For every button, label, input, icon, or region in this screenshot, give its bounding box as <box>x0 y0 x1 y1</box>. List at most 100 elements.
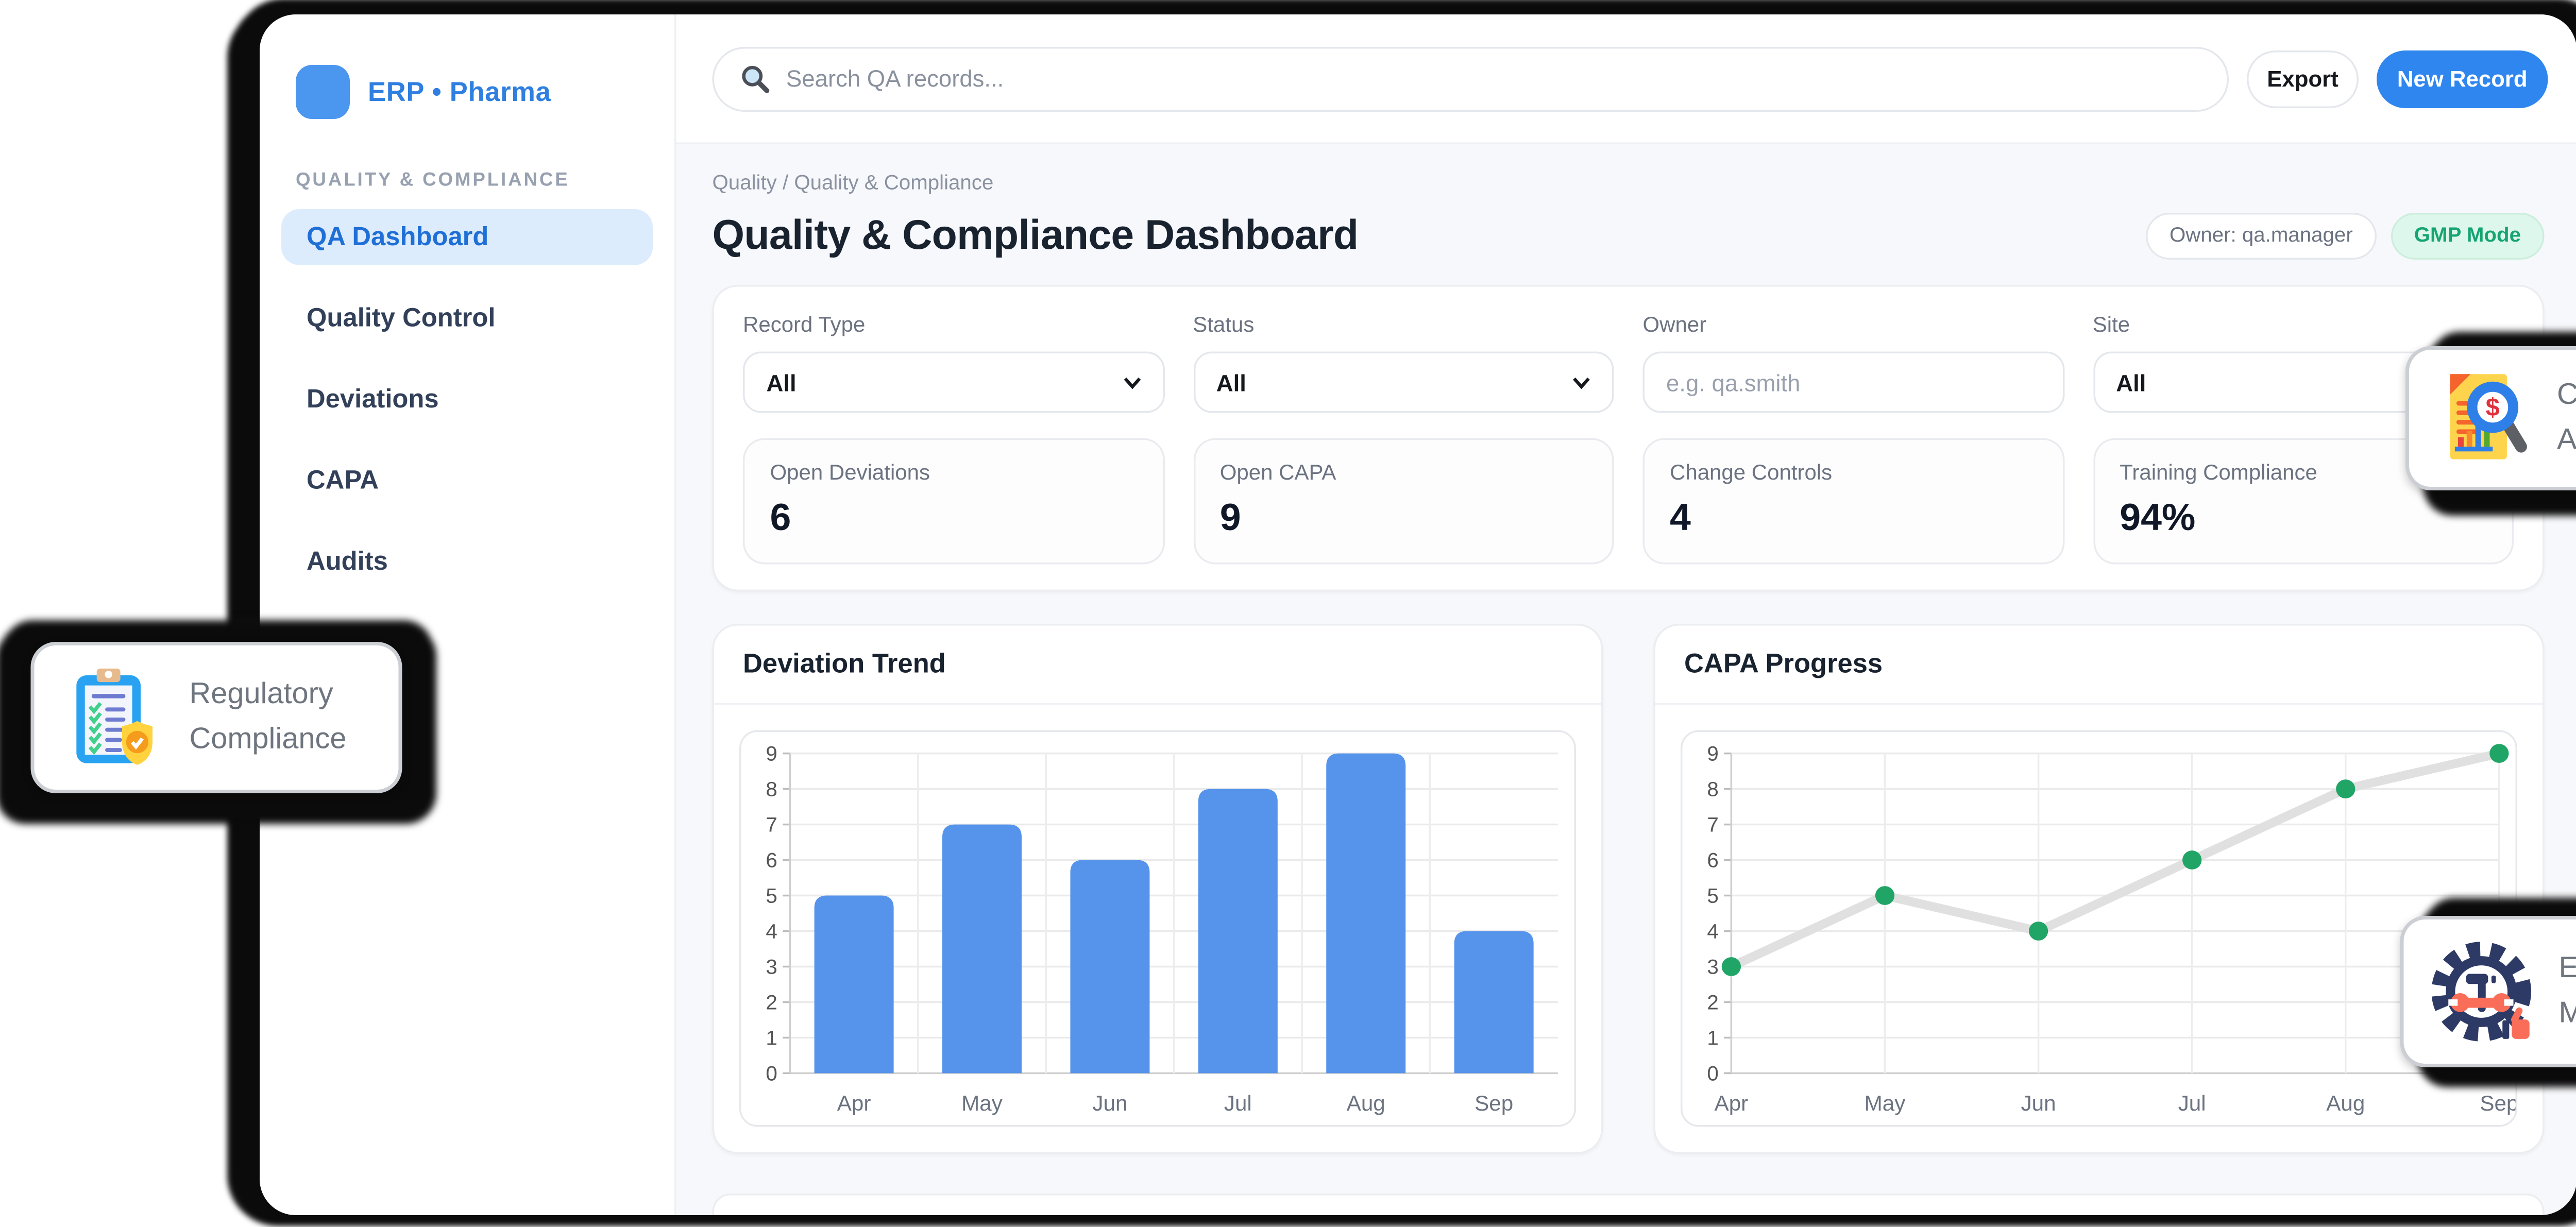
svg-text:Apr: Apr <box>1715 1092 1749 1116</box>
header-badges: Owner: qa.manager GMP Mode <box>2146 212 2544 259</box>
sidebar-item-quality-control[interactable]: Quality Control <box>281 291 653 347</box>
capa-progress-chart: 0123456789AprMayJunJulAugSep <box>1681 730 2517 1127</box>
content: Quality / Quality & Compliance Quality &… <box>676 144 2576 1215</box>
stat-label: Change Controls <box>1670 460 2037 485</box>
deviation-trend-card: Deviation Trend 0123456789AprMayJunJulAu… <box>713 624 1603 1154</box>
svg-text:$: $ <box>2486 394 2500 421</box>
stat-open-deviations: Open Deviations 6 <box>743 438 1164 565</box>
topbar: Export New Record <box>676 14 2576 144</box>
stat-change-controls: Change Controls 4 <box>1643 438 2064 565</box>
svg-text:5: 5 <box>1707 884 1718 908</box>
sidebar-item-qa-dashboard[interactable]: QA Dashboard <box>281 209 653 265</box>
chart-title: CAPA Progress <box>1684 649 2514 680</box>
stat-open-capa: Open CAPA 9 <box>1193 438 1614 565</box>
svg-text:9: 9 <box>766 742 777 765</box>
svg-text:Sep: Sep <box>2480 1092 2515 1116</box>
svg-text:4: 4 <box>766 920 777 943</box>
stat-value: 9 <box>1220 498 1587 541</box>
svg-text:4: 4 <box>1707 920 1718 943</box>
site-value: All <box>2116 369 2146 396</box>
svg-text:Aug: Aug <box>2326 1092 2365 1116</box>
search-input[interactable] <box>786 65 2202 92</box>
cost-analysis-sticker: $ Cost Analysis <box>2405 346 2576 490</box>
filter-status: Status All <box>1193 312 1614 413</box>
brand-name: ERP • Pharma <box>368 77 551 108</box>
chart-body: 0123456789AprMayJunJulAugSep <box>714 705 1601 1152</box>
gear-tools-icon <box>2429 938 2537 1046</box>
sidebar-item-label: CAPA <box>307 466 379 495</box>
chevron-down-icon <box>1123 376 1141 389</box>
stat-value: 4 <box>1670 498 2037 541</box>
chart-title: Deviation Trend <box>743 649 1572 680</box>
search-icon <box>739 63 770 94</box>
sidebar-item-label: Quality Control <box>307 304 496 333</box>
sidebar-item-capa[interactable]: CAPA <box>281 453 653 509</box>
svg-text:Jun: Jun <box>1092 1092 1127 1116</box>
svg-text:0: 0 <box>766 1062 777 1085</box>
sticker-label: Equipment Maintenance <box>2559 947 2576 1036</box>
filter-label: Site <box>2093 312 2514 337</box>
sticker-label: Regulatory Compliance <box>190 673 374 762</box>
owner-input[interactable] <box>1666 369 2040 396</box>
stat-label: Open CAPA <box>1220 460 1587 485</box>
stat-label: Open Deviations <box>770 460 1137 485</box>
new-record-button[interactable]: New Record <box>2377 49 2548 107</box>
svg-text:Jun: Jun <box>2021 1092 2056 1116</box>
title-row: Quality & Compliance Dashboard Owner: qa… <box>713 211 2545 260</box>
svg-text:Apr: Apr <box>837 1092 871 1116</box>
chevron-down-icon <box>1572 376 1590 389</box>
svg-text:9: 9 <box>1707 742 1718 765</box>
regulatory-compliance-sticker: Regulatory Compliance <box>31 642 402 793</box>
sticker-label: Cost Analysis <box>2557 373 2576 463</box>
screenshot-stage: ERP • Pharma QUALITY & COMPLIANCE QA Das… <box>0 0 2576 1227</box>
sidebar-item-label: Audits <box>307 547 388 576</box>
next-section-card-edge <box>713 1194 2545 1215</box>
svg-text:7: 7 <box>766 813 777 837</box>
svg-text:5: 5 <box>766 884 777 908</box>
filter-label: Owner <box>1643 312 2064 337</box>
stat-value: 6 <box>770 498 1137 541</box>
svg-text:Sep: Sep <box>1475 1092 1513 1116</box>
main-area: Export New Record Quality / Quality & Co… <box>676 14 2576 1215</box>
filter-label: Record Type <box>743 312 1164 337</box>
svg-text:1: 1 <box>1707 1027 1718 1050</box>
app-window: ERP • Pharma QUALITY & COMPLIANCE QA Das… <box>260 14 2576 1215</box>
status-value: All <box>1216 369 1246 396</box>
svg-text:7: 7 <box>1707 813 1718 837</box>
search-box[interactable] <box>713 46 2229 111</box>
svg-text:Jul: Jul <box>1224 1092 1252 1116</box>
page-title: Quality & Compliance Dashboard <box>713 211 1359 260</box>
svg-text:0: 0 <box>1707 1062 1718 1085</box>
svg-text:3: 3 <box>766 956 777 979</box>
chart-header: CAPA Progress <box>1655 626 2543 705</box>
status-select[interactable]: All <box>1193 352 1614 413</box>
sidebar-item-deviations[interactable]: Deviations <box>281 371 653 428</box>
svg-text:Jul: Jul <box>2178 1092 2206 1116</box>
svg-text:3: 3 <box>1707 956 1718 979</box>
app-logo-icon <box>296 65 350 119</box>
svg-text:2: 2 <box>1707 991 1718 1014</box>
record-type-value: All <box>767 369 796 396</box>
sidebar-section-label: QUALITY & COMPLIANCE <box>296 169 638 191</box>
export-button-label: Export <box>2267 66 2338 91</box>
equipment-maintenance-sticker: Equipment Maintenance <box>2400 916 2576 1067</box>
svg-text:1: 1 <box>766 1027 777 1050</box>
capa-progress-card: CAPA Progress 0123456789AprMayJunJulAugS… <box>1654 624 2545 1154</box>
svg-text:2: 2 <box>766 991 777 1014</box>
charts-row: Deviation Trend 0123456789AprMayJunJulAu… <box>713 624 2545 1154</box>
deviation-trend-chart: 0123456789AprMayJunJulAugSep <box>739 730 1576 1127</box>
breadcrumb: Quality / Quality & Compliance <box>713 173 2545 195</box>
export-button[interactable]: Export <box>2247 49 2359 107</box>
gmp-mode-badge: GMP Mode <box>2391 212 2544 259</box>
filters-row: Record Type All Status All <box>743 312 2514 413</box>
sidebar-item-label: QA Dashboard <box>307 223 488 251</box>
record-type-select[interactable]: All <box>743 352 1164 413</box>
sidebar-item-audits[interactable]: Audits <box>281 534 653 590</box>
svg-text:May: May <box>1865 1092 1906 1116</box>
svg-text:8: 8 <box>1707 778 1718 801</box>
svg-text:May: May <box>961 1092 1003 1116</box>
new-record-button-label: New Record <box>2397 66 2528 91</box>
owner-badge: Owner: qa.manager <box>2146 212 2376 259</box>
chart-header: Deviation Trend <box>714 626 1601 705</box>
owner-input-wrap <box>1643 352 2064 413</box>
